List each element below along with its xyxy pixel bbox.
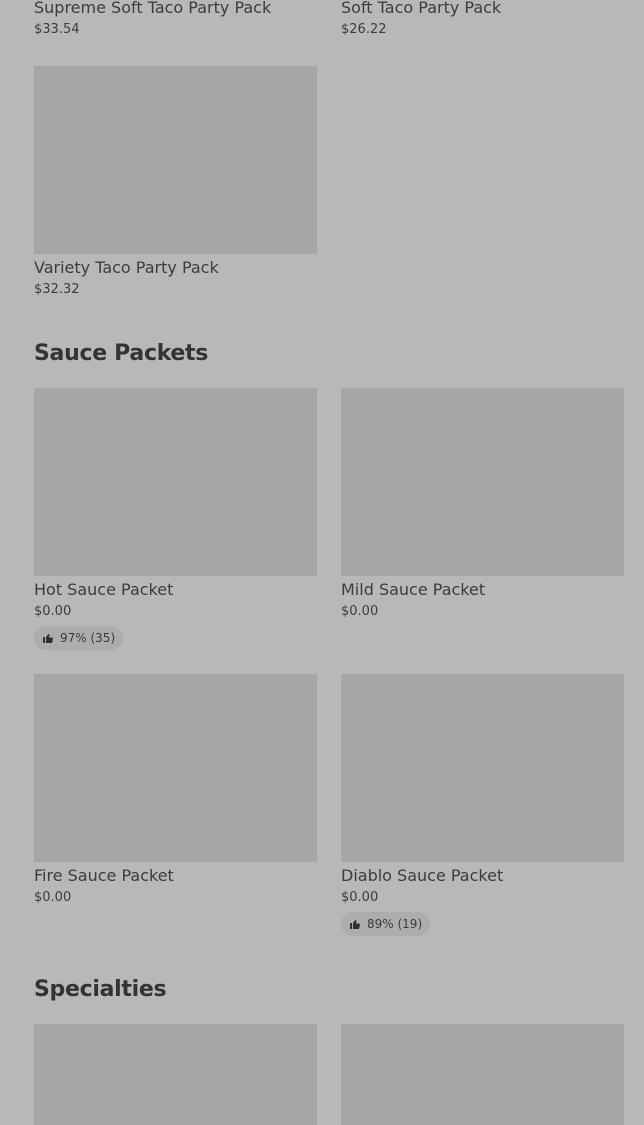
menu-item-name: Mild Sauce Packet: [341, 580, 486, 599]
menu-item-image: [34, 674, 317, 862]
section-title-specialties: Specialties: [34, 977, 167, 1002]
rating-text: 89% (19): [367, 917, 423, 931]
menu-item-card[interactable]: [34, 1024, 317, 1125]
menu-item-name: Supreme Soft Taco Party Pack: [34, 0, 272, 17]
menu-item-image: [34, 388, 317, 576]
menu-item-name: Diablo Sauce Packet: [341, 866, 504, 885]
menu-item-card[interactable]: Mild Sauce Packet $0.00: [341, 388, 624, 621]
menu-item-card[interactable]: [341, 1024, 624, 1125]
menu-item-image: [34, 66, 317, 254]
menu-item-price: $0.00: [34, 890, 72, 905]
menu-item-price: $0.00: [341, 890, 379, 905]
menu-item-image: [341, 1024, 624, 1125]
menu-item-card[interactable]: Hot Sauce Packet $0.00 97% (35): [34, 388, 317, 650]
menu-item-card[interactable]: Variety Taco Party Pack $32.32: [34, 66, 317, 299]
menu-item-price: $26.22: [341, 22, 387, 37]
menu-item-image: [34, 1024, 317, 1125]
rating-text: 97% (35): [60, 631, 116, 645]
menu-item-name: Fire Sauce Packet: [34, 866, 174, 885]
menu-item-price: $0.00: [34, 604, 72, 619]
menu-item-price: $33.54: [34, 22, 80, 37]
rating-badge: 89% (19): [341, 912, 431, 936]
menu-item-price: $0.00: [341, 604, 379, 619]
thumbs-up-icon: [349, 918, 361, 930]
menu-item-card[interactable]: Supreme Soft Taco Party Pack $33.54: [34, 0, 317, 39]
menu-page: Supreme Soft Taco Party Pack $33.54 Soft…: [0, 0, 644, 1125]
rating-badge: 97% (35): [34, 626, 124, 650]
menu-item-name: Soft Taco Party Pack: [341, 0, 502, 17]
section-title-sauce-packets: Sauce Packets: [34, 341, 209, 366]
menu-item-name: Hot Sauce Packet: [34, 580, 174, 599]
menu-item-image: [341, 388, 624, 576]
thumbs-up-icon: [42, 632, 54, 644]
menu-item-price: $32.32: [34, 282, 80, 297]
menu-item-card[interactable]: Soft Taco Party Pack $26.22: [341, 0, 624, 39]
menu-item-card[interactable]: Diablo Sauce Packet $0.00 89% (19): [341, 674, 624, 936]
menu-item-image: [341, 674, 624, 862]
menu-item-name: Variety Taco Party Pack: [34, 258, 219, 277]
menu-item-card[interactable]: Fire Sauce Packet $0.00: [34, 674, 317, 907]
